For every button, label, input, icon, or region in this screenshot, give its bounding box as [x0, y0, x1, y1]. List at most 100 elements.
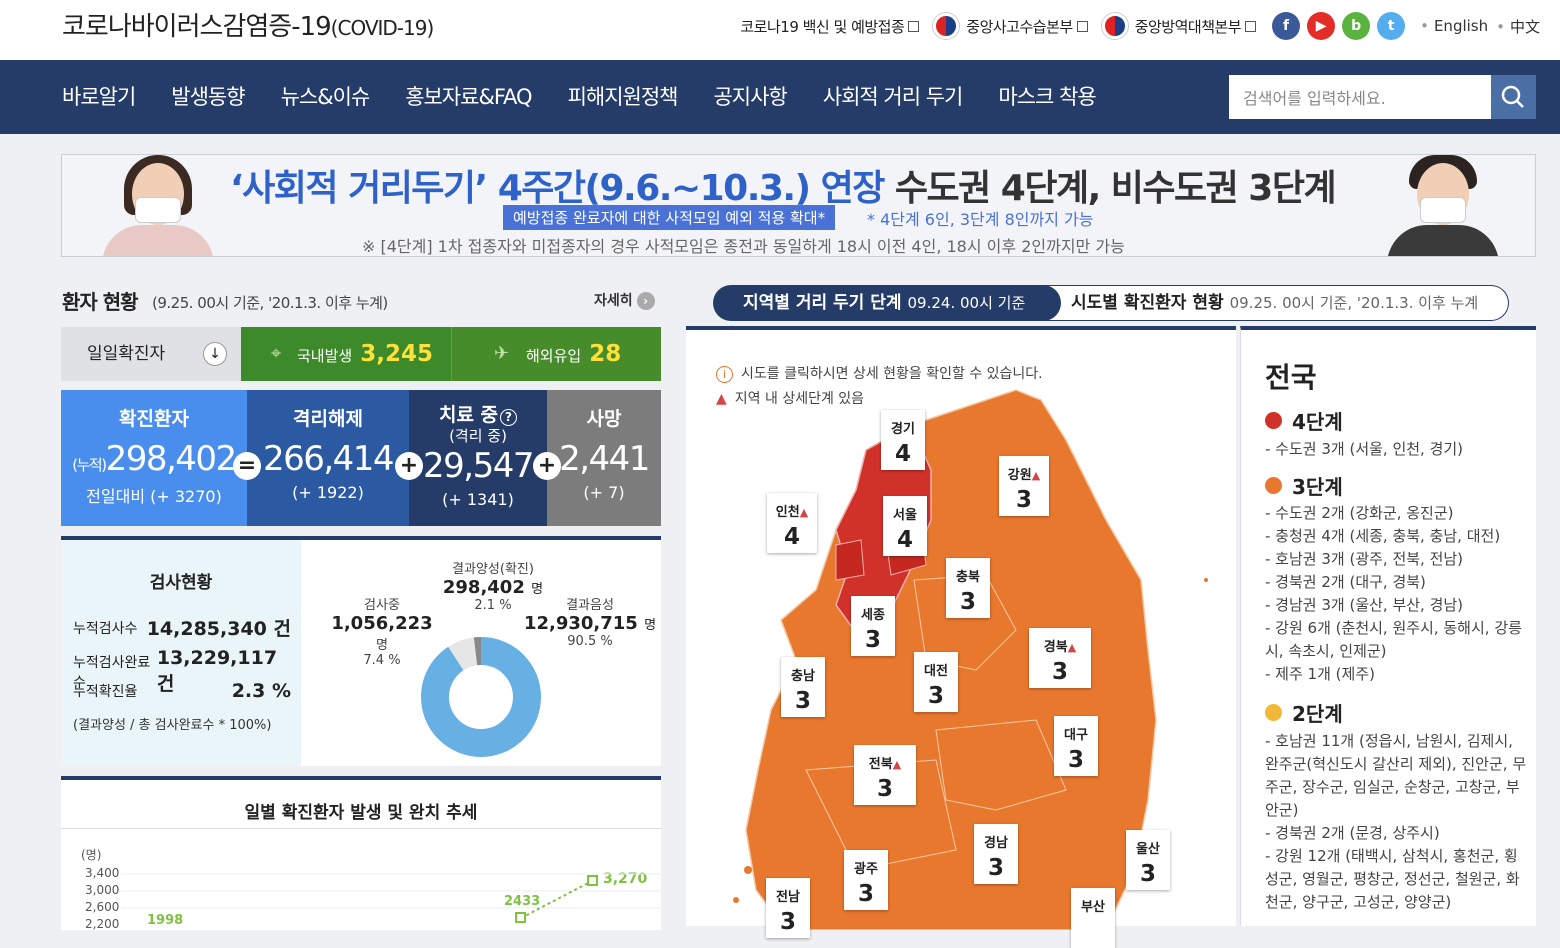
death-delta: (+ 7)	[583, 483, 625, 502]
legend-level2-desc: - 호남권 11개 (정읍시, 남원시, 김제시, 완주군(혁신도시 갈산리 제…	[1265, 732, 1527, 911]
nav-item-about[interactable]: 바로알기	[62, 60, 136, 134]
legend-level2: 2단계	[1265, 698, 1343, 727]
region-incheon[interactable]: 인천▲ 4	[767, 493, 817, 553]
warning-icon: ▲	[892, 758, 902, 771]
nav-item-support[interactable]: 피해지원정책	[568, 60, 679, 134]
level2-dot-icon	[1265, 704, 1282, 721]
region-gangwon[interactable]: 강원▲ 3	[999, 456, 1049, 516]
status-subtitle: (9.25. 00시 기준, '20.1.3. 이후 누계)	[152, 294, 388, 312]
banner-headline: ‘사회적 거리두기’ 4주간(9.6.~10.3.) 연장 수도권 4단계, 비…	[230, 168, 1337, 209]
level3-dot-icon	[1265, 477, 1282, 494]
legend-title: 전국	[1265, 361, 1317, 394]
tab-distancing-level[interactable]: 지역별 거리 두기 단계 09.24. 00시 기준	[713, 285, 1061, 321]
trend-title: 일별 확진환자 발생 및 완치 추세	[244, 803, 478, 823]
government-emblem-icon	[933, 13, 960, 39]
region-jeonnam[interactable]: 전남 3	[766, 878, 810, 938]
test-summary: 검사현황 누적검사수 14,285,340 건 누적검사완료수 13,229,117…	[61, 540, 301, 766]
region-jeonbuk[interactable]: 전북▲ 3	[854, 745, 916, 805]
search-button[interactable]	[1491, 75, 1536, 119]
chevron-right-icon: ›	[636, 292, 655, 310]
man-with-mask-image	[1377, 155, 1507, 256]
facebook-icon[interactable]: f	[1272, 12, 1301, 40]
cdscheq-link[interactable]: 중앙사고수습본부	[933, 13, 1088, 39]
test-title: 검사현황	[149, 573, 213, 593]
cdh-link-label: 중앙방역대책본부	[1134, 17, 1242, 36]
confirmed-delta: 전일대비 (+ 3270)	[86, 487, 222, 506]
notice-banner[interactable]: ‘사회적 거리두기’ 4주간(9.6.~10.3.) 연장 수도권 4단계, 비…	[61, 154, 1536, 257]
nav-item-distancing[interactable]: 사회적 거리 두기	[823, 60, 964, 134]
arrow-down-icon: ↓	[203, 342, 227, 366]
sns-links: f ▶ b t	[1272, 12, 1412, 40]
nav-item-pr-faq[interactable]: 홍보자료&FAQ	[405, 60, 532, 134]
imported-cases: ✈ 해외유입 28	[451, 327, 661, 381]
region-gyeongnam[interactable]: 경남 3	[974, 824, 1018, 884]
external-icon	[1076, 20, 1088, 32]
region-daejeon[interactable]: 대전 3	[914, 652, 958, 712]
region-chungbuk[interactable]: 충북 3	[946, 558, 990, 618]
level4-dot-icon	[1265, 412, 1282, 429]
status-title: 환자 현황	[62, 290, 139, 314]
test-note: (결과양성 / 총 검사완료수 * 100%)	[73, 718, 272, 733]
help-icon: ?	[500, 409, 518, 426]
region-seoul[interactable]: 서울 4	[883, 496, 927, 556]
treating-value: 29,547	[423, 446, 534, 486]
search-icon	[1501, 85, 1524, 108]
region-daegu[interactable]: 대구 3	[1054, 716, 1098, 776]
nav-item-news[interactable]: 뉴스&이슈	[281, 60, 371, 134]
legend-level4-desc: - 수도권 3개 (서울, 인천, 경기)	[1265, 440, 1464, 458]
released-card: 격리해제 266,414 (+ 1922) +	[247, 390, 423, 526]
search-input[interactable]: 검색어를 입력하세요.	[1229, 75, 1491, 119]
level-legend: 전국 4단계 - 수도권 3개 (서울, 인천, 경기) 3단계 - 수도권 2…	[1240, 326, 1536, 926]
region-shape-incheon	[835, 539, 865, 581]
region-sejong[interactable]: 세종 3	[851, 596, 895, 656]
youtube-icon[interactable]: ▶	[1307, 12, 1336, 40]
airplane-icon: ✈	[494, 343, 510, 364]
region-ulsan[interactable]: 울산 3	[1126, 830, 1170, 890]
twitter-icon[interactable]: t	[1377, 12, 1406, 40]
plus-icon: +	[395, 452, 423, 480]
test-donut-chart	[421, 637, 541, 757]
treating-delta: (+ 1341)	[442, 490, 514, 509]
korea-map-panel: i 시도를 클릭하시면 상세 현황을 확인할 수 있습니다. ▲ 지역 내 상세단계…	[686, 326, 1236, 948]
cdscheq-link-label: 중앙사고수습본부	[966, 17, 1073, 36]
trend-chart-panel: 일별 확진환자 발생 및 완치 추세 (명) 3,400 3,000 2,600…	[61, 776, 661, 931]
lang-chinese[interactable]: 中文	[1496, 16, 1540, 37]
site-logo[interactable]: 코로나바이러스감염증-19(COVID-19)	[62, 6, 435, 43]
legend-level3: 3단계	[1265, 471, 1343, 500]
region-gyeonggi[interactable]: 경기 4	[881, 410, 925, 470]
region-busan[interactable]: 부산	[1071, 888, 1115, 948]
warning-icon: ▲	[799, 506, 809, 519]
trend-line	[121, 873, 661, 923]
logo-suffix: (COVID-19)	[330, 16, 435, 40]
blog-icon[interactable]: b	[1342, 12, 1371, 40]
death-card: 사망 2,441 (+ 7)	[547, 390, 661, 526]
vaccine-link[interactable]: 코로나19 백신 및 예방접종	[740, 16, 920, 37]
nav-item-trends[interactable]: 발생동향	[171, 60, 245, 134]
lang-english[interactable]: English	[1420, 17, 1488, 35]
top-bar: 코로나바이러스감염증-19(COVID-19) 코로나19 백신 및 예방접종 …	[0, 0, 1560, 60]
map-tabs: 시도별 확진환자 현황 09.25. 00시 기준, '20.1.3. 이후 누계…	[713, 285, 1509, 321]
region-chungnam[interactable]: 충남 3	[781, 657, 825, 717]
banner-note: ※ [4단계] 1차 접종자와 미접종자의 경우 사적모임은 종전과 동일하게 …	[362, 237, 1125, 256]
region-gwangju[interactable]: 광주 3	[844, 850, 888, 910]
equals-icon: =	[233, 452, 261, 480]
death-value: 2,441	[559, 439, 650, 479]
daily-label[interactable]: 일일확진자 ↓	[61, 327, 241, 381]
tab-city-status[interactable]: 시도별 확진환자 현황 09.25. 00시 기준, '20.1.3. 이후 누계	[1043, 285, 1509, 321]
daily-confirmed-bar: 일일확진자 ↓ ⌖ 국내발생 3,245 ✈ 해외유입 28	[61, 327, 661, 381]
legend-level4: 4단계	[1265, 406, 1343, 435]
region-gyeongbuk[interactable]: 경북▲ 3	[1029, 628, 1091, 688]
location-pin-icon: ⌖	[271, 343, 282, 364]
vaccine-link-label: 코로나19 백신 및 예방접종	[740, 17, 905, 36]
cdh-link[interactable]: 중앙방역대책본부	[1101, 13, 1257, 39]
detail-link[interactable]: 자세히 ›	[594, 290, 655, 310]
government-emblem-icon	[1101, 13, 1128, 39]
nav-item-mask[interactable]: 마스크 착용	[998, 60, 1096, 134]
plus-icon: +	[533, 452, 561, 480]
released-delta: (+ 1922)	[292, 483, 364, 502]
test-row: 누적확진율 2.3 %	[73, 680, 291, 702]
nav-item-notice[interactable]: 공지사항	[713, 60, 787, 134]
confirmed-card: 확진환자 (누적)298,402 전일대비 (+ 3270) =	[61, 390, 261, 526]
legend-level3-desc: - 수도권 2개 (강화군, 옹진군) - 충청권 4개 (세종, 충북, 충남,…	[1265, 504, 1522, 683]
logo-title: 코로나바이러스감염증-19	[62, 12, 332, 42]
